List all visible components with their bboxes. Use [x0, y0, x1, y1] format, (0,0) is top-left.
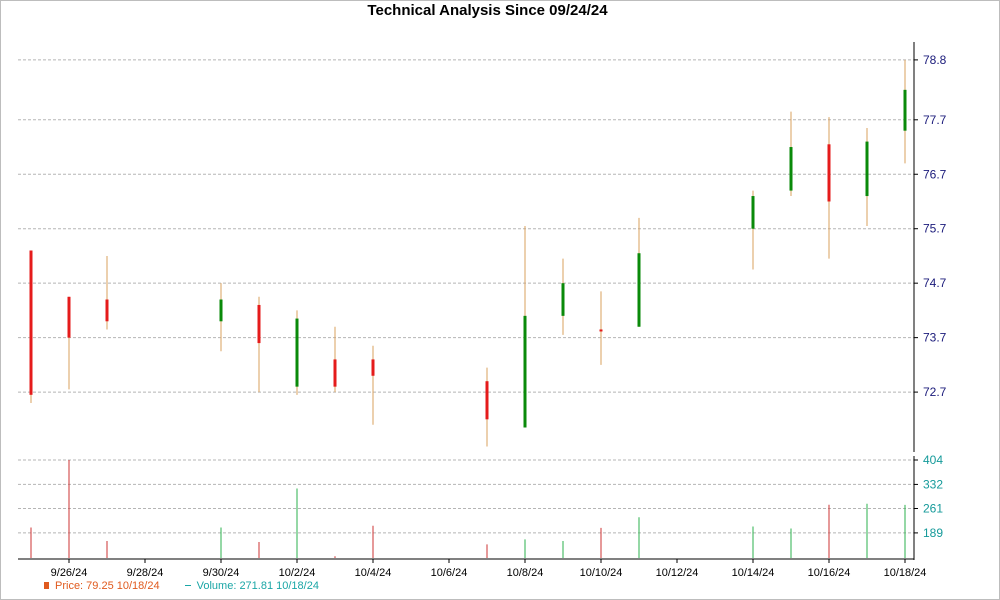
candle-body	[219, 299, 223, 322]
candle-body	[295, 318, 299, 387]
price-tick-label: 73.7	[923, 331, 947, 345]
volume-tick-label: 404	[923, 453, 943, 467]
candle-body	[257, 304, 261, 344]
axis-labels: 72.7 73.7 74.7 75.7 76.7 77.7 78.8 189 261 332 404…	[51, 53, 947, 579]
x-tick-label: 10/4/24	[355, 567, 392, 579]
candle-body	[105, 299, 109, 322]
candle-body	[67, 296, 71, 338]
candle-body	[789, 147, 793, 191]
volume-tick-label: 261	[923, 501, 943, 515]
grid-lines	[18, 59, 914, 534]
volume-bars	[30, 460, 906, 558]
candle-body	[561, 283, 565, 316]
candle-body	[523, 315, 527, 428]
x-tick-label: 10/10/24	[580, 567, 623, 579]
volume-tick-label: 332	[923, 477, 943, 491]
x-tick-label: 9/28/24	[127, 567, 164, 579]
candle-body	[333, 359, 337, 387]
x-tick-label: 10/16/24	[808, 567, 851, 579]
price-tick-label: 72.7	[923, 385, 947, 399]
price-tick-label: 78.8	[923, 53, 947, 67]
candle-body	[865, 141, 869, 197]
legend-volume: Volume: 271.81 10/18/24	[184, 580, 319, 592]
legend-price-label: Price: 79.25 10/18/24	[55, 580, 160, 592]
legend-volume-label: Volume: 271.81 10/18/24	[196, 580, 319, 592]
price-tick-label: 74.7	[923, 276, 947, 290]
candle-body	[903, 89, 907, 131]
volume-swatch-icon	[184, 585, 191, 586]
x-tick-label: 10/6/24	[431, 567, 468, 579]
candles	[29, 59, 907, 447]
x-tick-label: 10/18/24	[884, 567, 927, 579]
x-tick-label: 9/30/24	[203, 567, 240, 579]
volume-tick-label: 189	[923, 526, 943, 540]
x-tick-label: 10/12/24	[656, 567, 699, 579]
x-tick-label: 9/26/24	[51, 567, 88, 579]
candle-body	[371, 359, 375, 376]
candle-body	[485, 381, 489, 420]
x-tick-label: 10/14/24	[732, 567, 775, 579]
price-tick-label: 75.7	[923, 222, 947, 236]
price-swatch-icon	[44, 582, 49, 589]
candle-body	[751, 196, 755, 229]
price-tick-label: 76.7	[923, 167, 947, 181]
candlestick-chart: 72.7 73.7 74.7 75.7 76.7 77.7 78.8 189 261 332 404…	[18, 42, 947, 579]
x-tick-label: 10/2/24	[279, 567, 316, 579]
candle-body	[637, 253, 641, 327]
legend-price: Price: 79.25 10/18/24	[44, 580, 160, 592]
legend: Price: 79.25 10/18/24 Volume: 271.81 10/…	[44, 580, 341, 592]
price-tick-label: 77.7	[923, 113, 947, 127]
candle-body	[29, 250, 33, 395]
candle-body	[599, 329, 603, 332]
x-tick-label: 10/8/24	[507, 567, 544, 579]
candle-body	[827, 144, 831, 202]
